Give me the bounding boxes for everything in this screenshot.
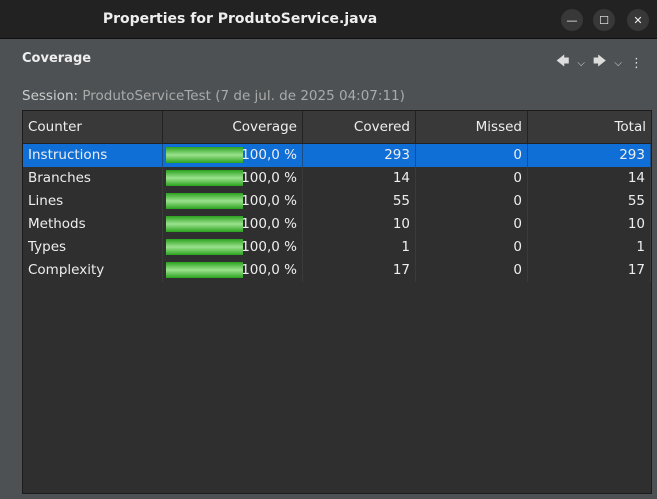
coverage-bar	[166, 262, 243, 278]
column-header-coverage[interactable]: Coverage	[163, 111, 303, 143]
close-button[interactable]: ✕	[627, 9, 649, 31]
table-row[interactable]: Types 100,0 % 1 0 1	[23, 236, 651, 259]
coverage-cell: 100,0 %	[163, 144, 303, 167]
covered-cell: 17	[303, 259, 416, 282]
close-icon: ✕	[633, 13, 643, 27]
counter-cell: Instructions	[23, 144, 163, 167]
coverage-bar	[166, 147, 243, 163]
total-cell: 14	[528, 167, 651, 190]
coverage-cell: 100,0 %	[163, 213, 303, 236]
coverage-value: 100,0 %	[241, 147, 297, 163]
coverage-table: Counter Coverage Covered Missed Total In…	[22, 110, 652, 494]
coverage-cell: 100,0 %	[163, 236, 303, 259]
chevron-down-icon[interactable]: ⌵	[614, 58, 622, 69]
counter-cell: Types	[23, 236, 163, 259]
toolbar: 🡄 ⌵ 🡆 ⌵ ⋮	[556, 52, 643, 74]
coverage-value: 100,0 %	[241, 216, 297, 232]
table-row[interactable]: Branches 100,0 % 14 0 14	[23, 167, 651, 190]
total-cell: 293	[528, 144, 651, 167]
coverage-bar	[166, 239, 243, 255]
back-arrow-icon[interactable]: 🡄	[556, 52, 569, 74]
forward-arrow-icon[interactable]: 🡆	[593, 52, 606, 74]
table-row[interactable]: Complexity 100,0 % 17 0 17	[23, 259, 651, 282]
counter-cell: Methods	[23, 213, 163, 236]
coverage-value: 100,0 %	[241, 262, 297, 278]
session-value: ProdutoServiceTest (7 de jul. de 2025 04…	[82, 88, 405, 104]
coverage-cell: 100,0 %	[163, 190, 303, 213]
coverage-bar	[166, 216, 243, 232]
missed-cell: 0	[416, 259, 528, 282]
column-header-counter[interactable]: Counter	[23, 111, 163, 143]
covered-cell: 10	[303, 213, 416, 236]
column-header-missed[interactable]: Missed	[416, 111, 528, 143]
covered-cell: 293	[303, 144, 416, 167]
coverage-value: 100,0 %	[241, 239, 297, 255]
coverage-bar	[166, 193, 243, 209]
more-options-icon[interactable]: ⋮	[630, 56, 643, 71]
coverage-cell: 100,0 %	[163, 167, 303, 190]
table-row[interactable]: Instructions 100,0 % 293 0 293	[23, 144, 651, 167]
maximize-button[interactable]: ☐	[593, 9, 615, 31]
missed-cell: 0	[416, 167, 528, 190]
total-cell: 55	[528, 190, 651, 213]
counter-cell: Branches	[23, 167, 163, 190]
counter-cell: Lines	[23, 190, 163, 213]
minimize-button[interactable]: —	[561, 9, 583, 31]
counter-cell: Complexity	[23, 259, 163, 282]
maximize-icon: ☐	[599, 13, 609, 27]
missed-cell: 0	[416, 190, 528, 213]
column-header-total[interactable]: Total	[528, 111, 651, 143]
missed-cell: 0	[416, 144, 528, 167]
table-row[interactable]: Lines 100,0 % 55 0 55	[23, 190, 651, 213]
window-title: Properties for ProdutoService.java	[102, 11, 378, 27]
total-cell: 1	[528, 236, 651, 259]
session-label: Session:	[22, 88, 79, 104]
table-header: Counter Coverage Covered Missed Total	[23, 111, 651, 144]
session-info: Session: ProdutoServiceTest (7 de jul. d…	[22, 88, 405, 104]
column-header-covered[interactable]: Covered	[303, 111, 416, 143]
coverage-value: 100,0 %	[241, 170, 297, 186]
covered-cell: 1	[303, 236, 416, 259]
total-cell: 17	[528, 259, 651, 282]
coverage-value: 100,0 %	[241, 193, 297, 209]
total-cell: 10	[528, 213, 651, 236]
chevron-down-icon[interactable]: ⌵	[577, 58, 585, 69]
coverage-bar	[166, 170, 243, 186]
coverage-cell: 100,0 %	[163, 259, 303, 282]
covered-cell: 55	[303, 190, 416, 213]
missed-cell: 0	[416, 213, 528, 236]
missed-cell: 0	[416, 236, 528, 259]
minimize-icon: —	[566, 13, 578, 27]
covered-cell: 14	[303, 167, 416, 190]
title-bar: Properties for ProdutoService.java — ☐ ✕	[0, 0, 657, 39]
page-title: Coverage	[22, 51, 92, 66]
table-row[interactable]: Methods 100,0 % 10 0 10	[23, 213, 651, 236]
